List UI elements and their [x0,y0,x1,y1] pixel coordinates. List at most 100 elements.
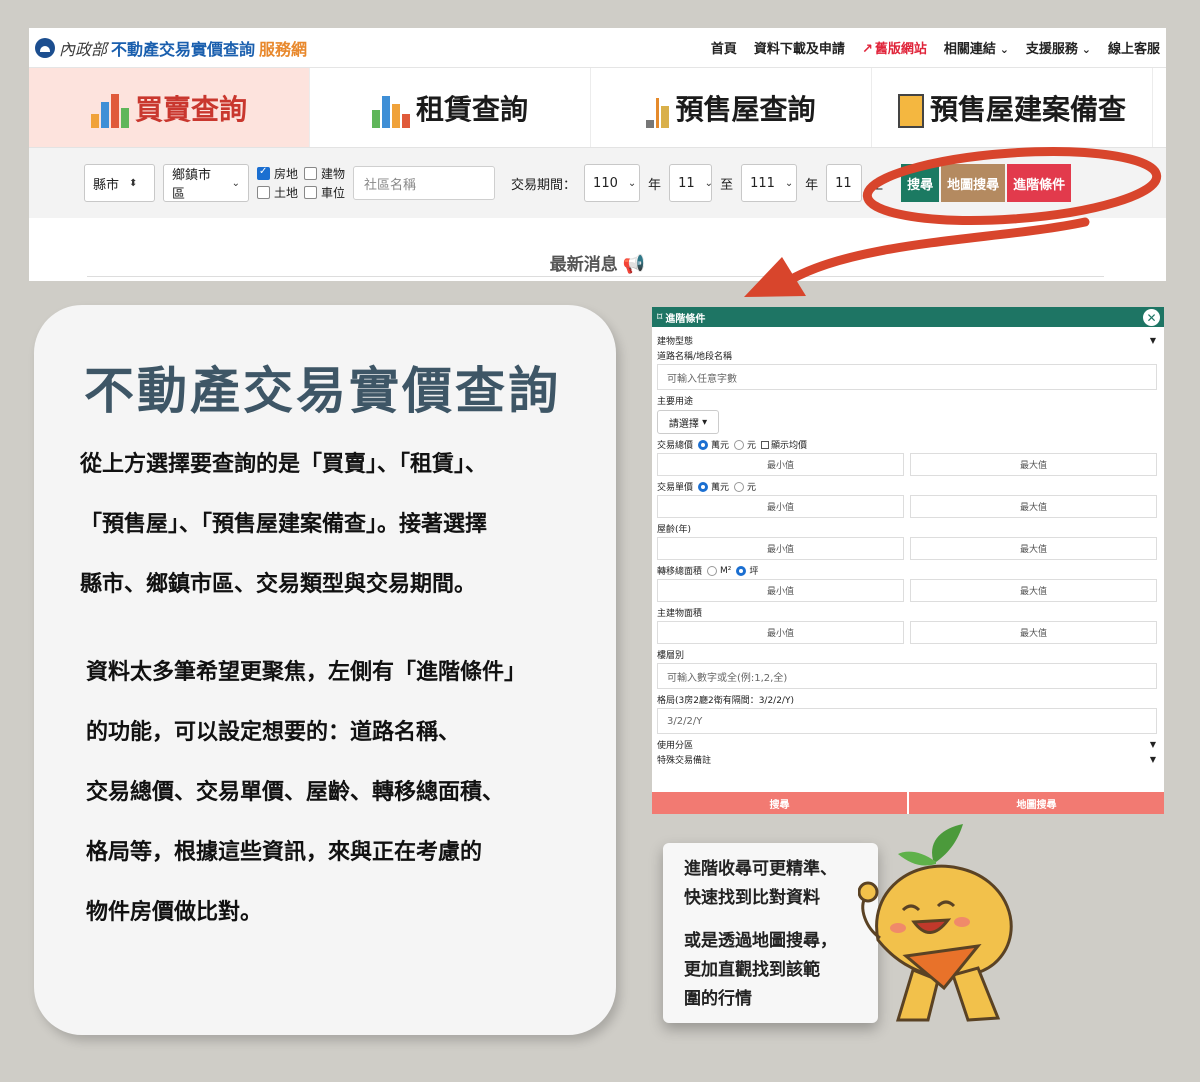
unit-price-row: 交易單價 萬元 元 [652,479,1164,494]
building-type-select[interactable]: 建物型態 ▼ [652,333,1164,348]
tip-line: 或是透過地圖搜尋， [684,931,837,951]
check-land[interactable]: 土地 [257,184,298,201]
new-building-icon [897,88,924,128]
site-logo[interactable]: 內政部 不動產交易實價查詢 服務網 [35,36,307,60]
main-area-range: 最小值 最大值 [657,621,1157,644]
search-buttons: 搜尋 地圖搜尋 進階條件 [901,164,1072,202]
from-year-value: 110 [593,175,618,191]
checkbox-checked-icon [257,166,270,180]
checkbox-icon [304,186,318,199]
advanced-panel-footer: 搜尋 地圖搜尋 [652,792,1164,814]
max-input[interactable]: 最大值 [910,537,1157,560]
age-label: 屋齡(年) [657,525,692,535]
field-label: 特殊交易備註 [657,756,712,766]
radio-yuan-unit[interactable] [734,481,745,492]
nav-old-site[interactable]: 舊版網站 [862,38,927,57]
min-input[interactable]: 最小值 [657,621,904,644]
chevron-down-icon: ⬍ [129,177,138,189]
radio-ping[interactable] [736,565,747,576]
max-input[interactable]: 最大值 [910,579,1157,602]
mango-mascot-icon [858,824,1013,1022]
explanation-card: 不動產交易實價查詢 從上方選擇要查詢的是「買賣」、「租賃」、 「預售屋」、「預售… [34,305,616,1035]
map-search-button[interactable]: 地圖搜尋 [941,164,1006,202]
nav-links: 首頁 資料下載及申請 舊版網站 相關連結 支援服務 線上客服 [711,38,1160,57]
check-building[interactable]: 建物 [304,165,345,182]
field-label: 使用分區 [657,741,694,751]
min-input[interactable]: 最小值 [657,537,904,560]
special-remark-select[interactable]: 特殊交易備註 ▼ [652,752,1164,767]
floor-input[interactable]: 可輸入數字或全(例:1,2,全) [657,663,1157,689]
tab-presale-label: 預售屋查詢 [675,92,816,126]
layout-input[interactable]: 3/2/2/Y [657,708,1157,734]
radio-yuan-total[interactable] [734,439,745,450]
news-title: 最新消息 [549,255,618,275]
advanced-search-button[interactable]: 搜尋 [652,792,907,814]
checkbox-icon [257,186,270,199]
main-use-select[interactable]: 請選擇 ▾ [657,410,719,434]
community-name-input[interactable]: 社區名稱 [353,166,496,200]
tab-presale-filing[interactable]: 預售屋建案備查 [872,68,1153,147]
advanced-line: 的功能，可以設定想要的：道路名稱、 [86,720,461,745]
advanced-line: 物件房價做比對。 [86,900,263,925]
check-label: 土地 [274,186,299,200]
nav-home[interactable]: 首頁 [711,38,737,57]
field-label: 交易總價 [657,441,694,451]
min-input[interactable]: 最小值 [657,495,904,518]
intro-paragraph: 從上方選擇要查詢的是「買賣」、「租賃」、 「預售屋」、「預售屋建案備查」。接著選… [80,435,590,615]
advanced-map-search-button[interactable]: 地圖搜尋 [909,792,1164,814]
field-label: 轉移總面積 [657,567,703,577]
period-label: 交易期間： [511,177,577,193]
min-input[interactable]: 最小值 [657,453,904,476]
city-buildings-icon [371,88,410,128]
advanced-paragraph: 資料太多筆希望更聚焦，左側有「進階條件」 的功能，可以設定想要的：道路名稱、 交… [86,643,596,943]
ministry-emblem-icon [35,37,55,58]
max-input[interactable]: 最大值 [910,453,1157,476]
website-screenshot: 內政部 不動產交易實價查詢 服務網 首頁 資料下載及申請 舊版網站 相關連結 支… [29,28,1166,281]
advanced-filter-panel: ⌑ 進階條件 ✕ 建物型態 ▼ 道路名稱/地段名稱 可輸入任意字數 主要用途 請選… [652,307,1164,814]
caret-down-icon: ▾ [702,416,708,428]
zoning-select[interactable]: 使用分區 ▼ [652,737,1164,752]
county-select[interactable]: 縣市 ⬍ [84,164,155,202]
from-year-select[interactable]: 110 ⌄ [584,164,641,202]
county-select-value: 縣市 [93,177,120,193]
radio-label: 坪 [749,567,759,577]
radio-wan-unit[interactable] [698,481,709,492]
nav-online-service[interactable]: 線上客服 [1108,38,1160,57]
min-input[interactable]: 最小值 [657,579,904,602]
to-year-select[interactable]: 111 ⌄ [741,164,798,202]
tab-rent[interactable]: 租賃查詢 [310,68,591,147]
district-select[interactable]: 鄉鎮市區 ⌄ [163,164,249,202]
road-name-input[interactable]: 可輸入任意字數 [657,364,1157,390]
close-icon[interactable]: ✕ [1143,309,1160,326]
check-house-land[interactable]: 房地 [257,165,298,182]
max-input[interactable]: 最大值 [910,495,1157,518]
logo-ministry: 內政部 [59,39,108,59]
nav-related-links[interactable]: 相關連結 [944,38,1009,57]
area-row: 轉移總面積 M² 坪 [652,563,1164,578]
check-label: 建物 [321,167,346,181]
construction-crane-icon [646,88,670,128]
transaction-type-checks: 房地 建物 土地 車位 [257,165,345,201]
tab-presale[interactable]: 預售屋查詢 [591,68,872,147]
main-use-label: 主要用途 [657,397,694,407]
radio-m2[interactable] [707,565,718,576]
advanced-panel-header: ⌑ 進階條件 [652,307,1164,327]
radio-wan-total[interactable] [698,439,709,450]
max-input[interactable]: 最大值 [910,621,1157,644]
tab-sale[interactable]: 買賣查詢 [29,68,310,147]
from-month-select[interactable]: 11 ⌄ [669,164,713,202]
checkbox-icon [304,167,318,180]
check-parking[interactable]: 車位 [304,184,345,201]
show-avg-checkbox[interactable] [761,440,770,449]
news-section: 最新消息 📢 [29,228,1166,281]
card-title: 不動產交易實價查詢 [84,361,561,420]
search-button[interactable]: 搜尋 [901,164,940,202]
tip-line: 圍的行情 [684,989,752,1009]
advanced-filter-button[interactable]: 進階條件 [1007,164,1072,202]
road-label: 道路名稱/地段名稱 [657,352,733,362]
nav-download[interactable]: 資料下載及申請 [754,38,845,57]
intro-line: 「預售屋」、「預售屋建案備查」。接著選擇 [80,512,488,537]
caret-down-icon: ▼ [1149,740,1156,749]
nav-support[interactable]: 支援服務 [1026,38,1091,57]
to-month-select[interactable]: 11 [826,164,863,202]
